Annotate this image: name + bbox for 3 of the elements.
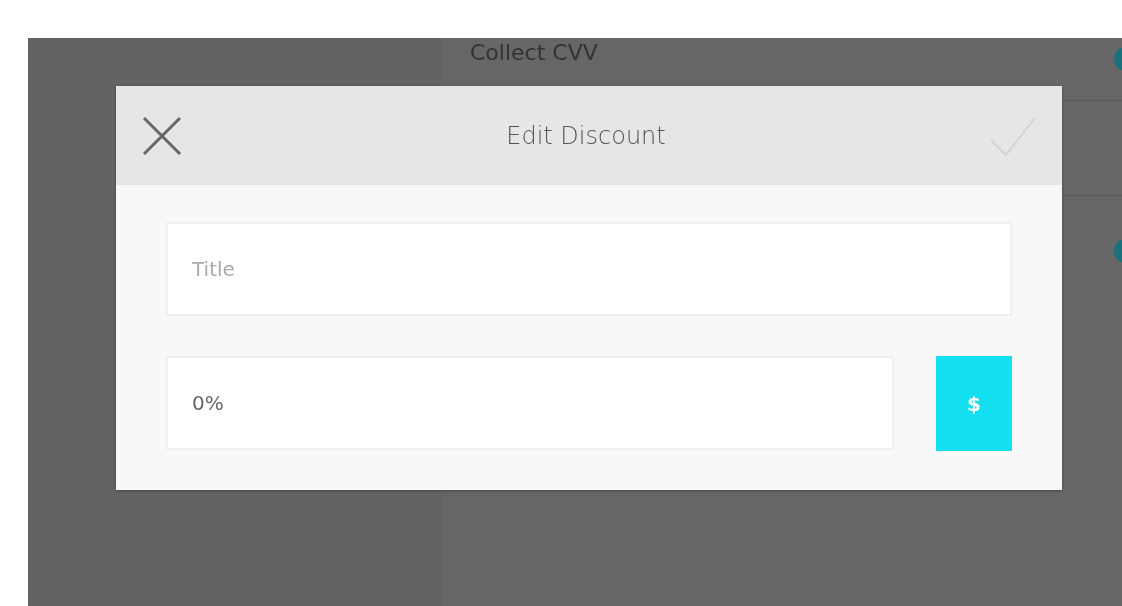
title-field[interactable]: Title bbox=[166, 222, 1012, 316]
amount-field[interactable]: 0% bbox=[166, 356, 894, 450]
dialog-title: Edit Discount bbox=[506, 120, 666, 152]
